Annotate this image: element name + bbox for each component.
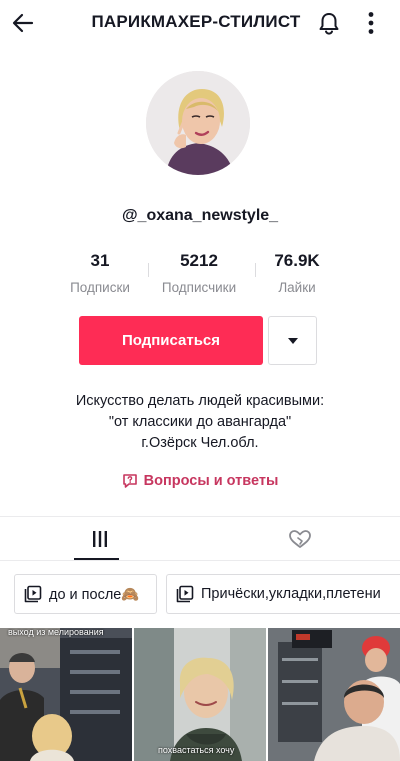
playlist-icon xyxy=(176,585,194,603)
suggested-accounts-button[interactable] xyxy=(268,316,317,365)
stat-following-value: 31 xyxy=(90,251,110,270)
stat-following[interactable]: 31 Подписки xyxy=(62,250,138,295)
playlist-chip[interactable]: Причёски,укладки,плетени xyxy=(166,574,400,614)
playlist-chip[interactable]: до и после🙈 xyxy=(14,574,157,614)
more-vertical-icon xyxy=(368,12,374,34)
follow-button[interactable]: Подписаться xyxy=(79,316,263,365)
avatar[interactable] xyxy=(146,71,250,175)
video-thumbnail-image xyxy=(134,628,266,761)
video-thumbnail[interactable]: выход из мелирования xyxy=(0,628,132,761)
video-thumbnail[interactable] xyxy=(268,628,400,761)
username: @_oxana_newstyle_ xyxy=(121,207,279,224)
more-options-button[interactable] xyxy=(359,8,383,38)
divider xyxy=(0,560,400,561)
stat-likes[interactable]: 76.9K Лайки xyxy=(262,250,332,295)
stat-followers-value: 5212 xyxy=(180,251,218,270)
playlist-label: до и после🙈 xyxy=(49,586,140,603)
playlist-icon xyxy=(24,585,42,603)
bio-line: "от классики до авангарда" xyxy=(108,414,292,430)
bio-line: г.Озёрск Чел.обл. xyxy=(141,435,259,451)
bio-line: Искусство делать людей красивыми: xyxy=(75,393,325,409)
top-bar: ПАРИКМАХЕР-СТИЛИСТ xyxy=(0,0,400,46)
stat-divider xyxy=(255,263,256,277)
notifications-button[interactable] xyxy=(316,10,342,36)
back-button[interactable] xyxy=(8,8,38,38)
video-caption: похвастаться хочу xyxy=(158,745,235,755)
video-thumbnail[interactable]: похвастаться хочу xyxy=(134,628,266,761)
stat-likes-value: 76.9K xyxy=(274,251,320,270)
playlist-label: Причёски,укладки,плетени xyxy=(201,586,381,602)
question-bubble-icon xyxy=(122,474,137,488)
qa-label: Вопросы и ответы xyxy=(143,473,279,489)
tab-videos[interactable] xyxy=(0,518,200,560)
stat-followers[interactable]: 5212 Подписчики xyxy=(152,250,246,295)
page-title: ПАРИКМАХЕР-СТИЛИСТ xyxy=(91,12,301,31)
stat-likes-label: Лайки xyxy=(278,280,316,295)
video-thumbnail-image xyxy=(268,628,400,761)
avatar-photo xyxy=(146,71,250,175)
stat-followers-label: Подписчики xyxy=(161,280,237,295)
bio: Искусство делать людей красивыми: "от кл… xyxy=(0,391,400,454)
video-caption: выход из мелирования xyxy=(8,628,104,637)
bell-icon xyxy=(319,13,339,35)
arrow-left-icon xyxy=(12,13,34,33)
divider xyxy=(0,516,400,517)
grid-icon xyxy=(93,531,107,547)
tab-liked[interactable] xyxy=(200,518,400,560)
caret-down-icon xyxy=(287,337,298,344)
liked-heart-icon xyxy=(289,530,311,548)
qa-link[interactable]: Вопросы и ответы xyxy=(0,473,400,489)
stat-divider xyxy=(148,263,149,277)
video-thumbnail-image xyxy=(0,628,132,761)
stat-following-label: Подписки xyxy=(70,280,130,295)
